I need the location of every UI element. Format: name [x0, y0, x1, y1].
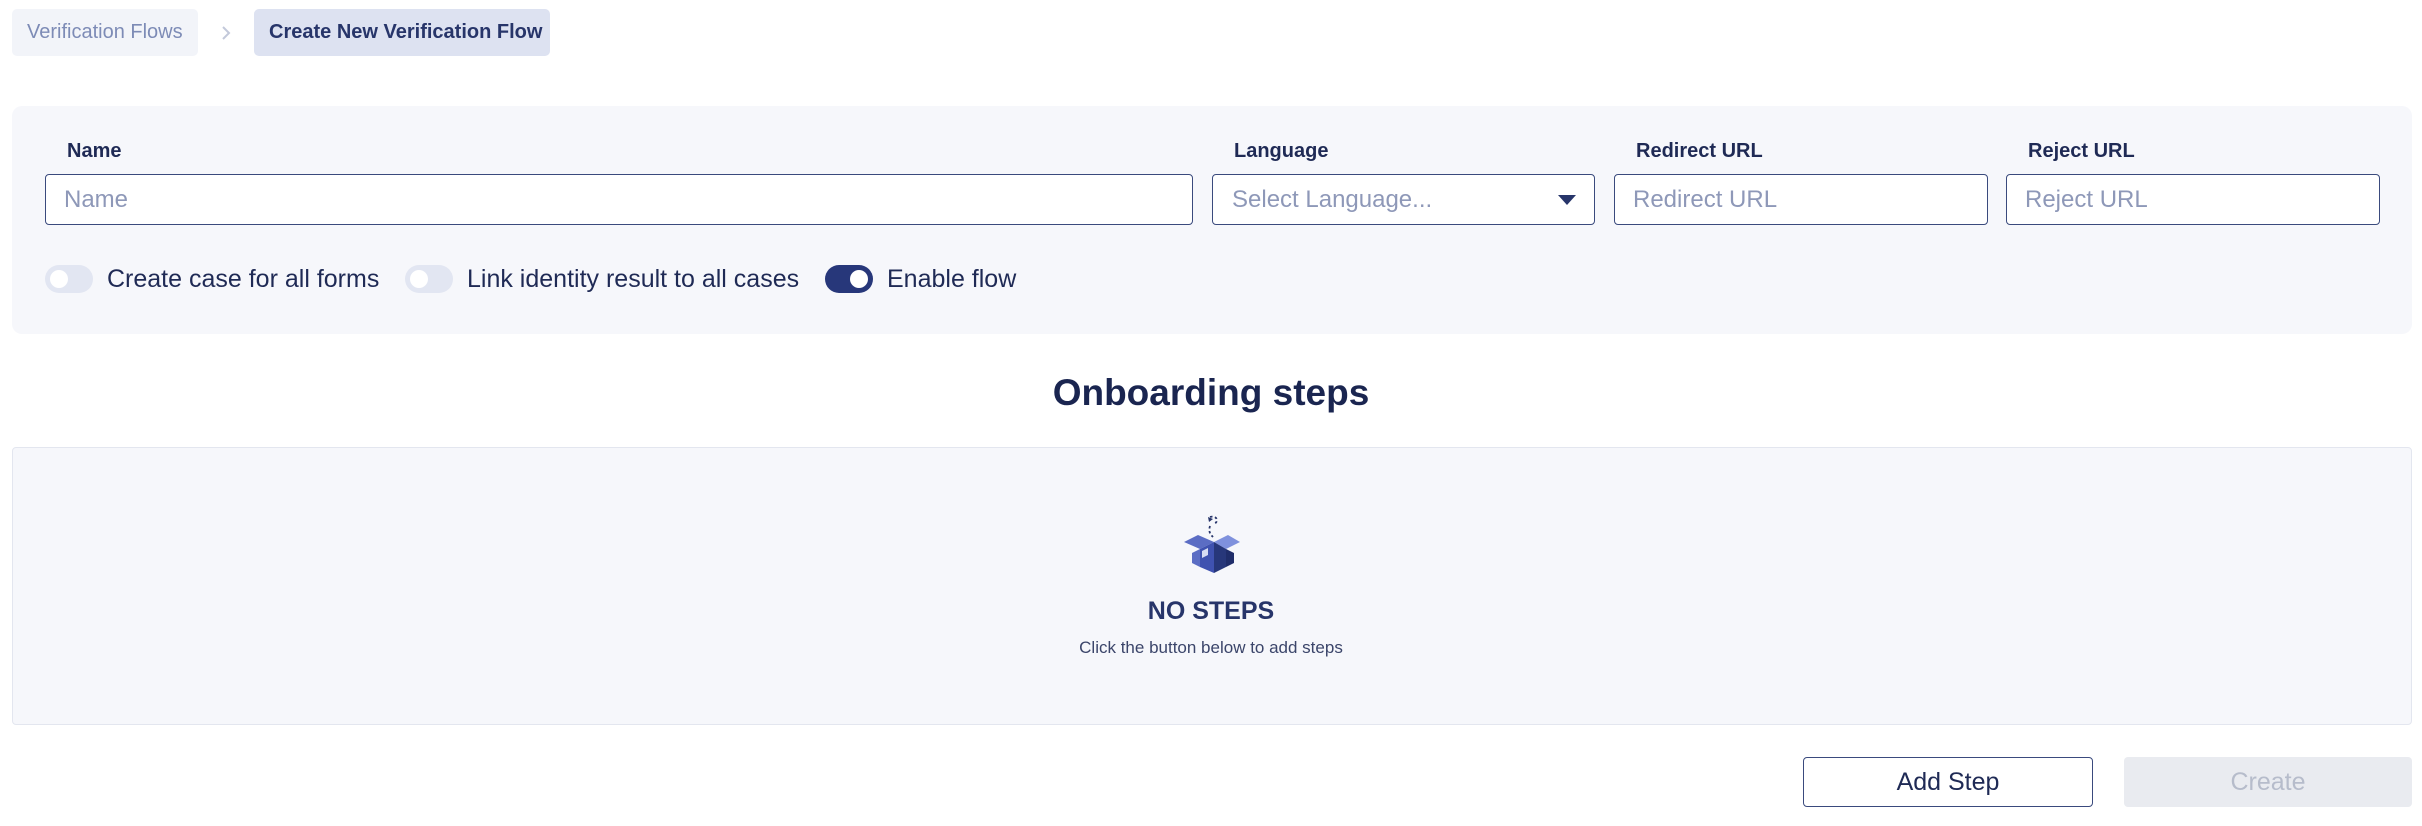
open-box-icon: [1180, 513, 1244, 577]
breadcrumb-verification-flows[interactable]: Verification Flows: [12, 9, 198, 56]
no-steps-subtitle: Click the button below to add steps: [1079, 638, 1343, 657]
add-step-button[interactable]: Add Step: [1803, 757, 2093, 807]
toggle-knob: [410, 270, 428, 288]
name-label: Name: [67, 140, 122, 162]
redirect-url-label: Redirect URL: [1636, 140, 1763, 162]
language-select-value: Select Language...: [1232, 185, 1433, 213]
steps-empty-state: [12, 447, 2412, 725]
caret-down-icon: [1558, 194, 1576, 205]
enable-flow-toggle[interactable]: [825, 265, 873, 293]
toggle-create-case: Create case for all forms: [45, 262, 379, 296]
name-input[interactable]: [45, 174, 1193, 225]
toggle-knob: [850, 270, 868, 288]
redirect-url-input[interactable]: [1614, 174, 1988, 225]
no-steps-title: NO STEPS: [1147, 597, 1275, 625]
create-case-toggle[interactable]: [45, 265, 93, 293]
create-verification-flow-page: Verification Flows Create New Verificati…: [0, 0, 2422, 826]
toggle-enable-flow: Enable flow: [825, 262, 1016, 296]
create-case-label: Create case for all forms: [107, 264, 380, 293]
language-label: Language: [1234, 140, 1329, 162]
language-select[interactable]: Select Language...: [1212, 174, 1595, 225]
toggle-link-identity: Link identity result to all cases: [405, 262, 799, 296]
chevron-right-icon: [198, 24, 254, 42]
toggle-knob: [50, 270, 68, 288]
link-identity-label: Link identity result to all cases: [467, 264, 800, 293]
enable-flow-label: Enable flow: [887, 264, 1017, 293]
breadcrumb-current: Create New Verification Flow: [254, 9, 550, 56]
link-identity-toggle[interactable]: [405, 265, 453, 293]
create-button[interactable]: Create: [2124, 757, 2412, 807]
breadcrumb: Verification Flows Create New Verificati…: [12, 9, 550, 56]
onboarding-steps-title: Onboarding steps: [1052, 372, 1370, 413]
reject-url-input[interactable]: [2006, 174, 2380, 225]
reject-url-label: Reject URL: [2028, 140, 2135, 162]
